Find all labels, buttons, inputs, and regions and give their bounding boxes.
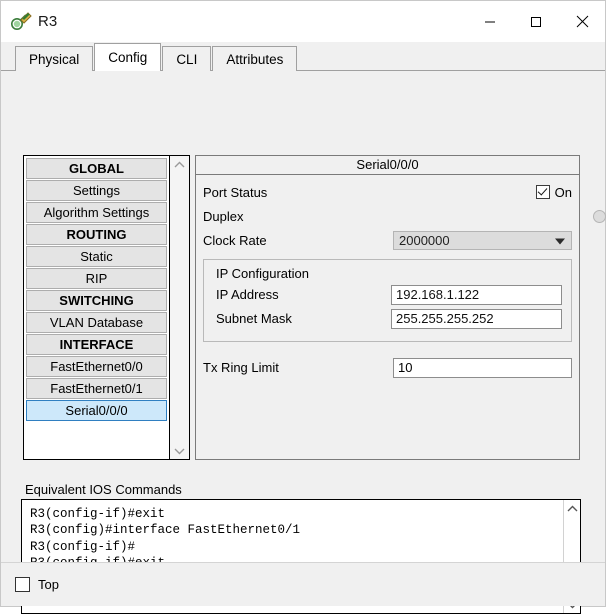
- tab-bar: Physical Config CLI Attributes: [1, 42, 605, 71]
- window-controls: [467, 1, 605, 42]
- router-magnifier-icon: [10, 11, 32, 33]
- panel-body: Port Status On Duplex Full Duplex Clock …: [196, 175, 606, 378]
- port-status-row: Port Status On: [203, 181, 572, 203]
- sidebar-item-vlan-database[interactable]: VLAN Database: [26, 312, 167, 333]
- chevron-down-icon: [555, 233, 565, 248]
- ios-commands-label: Equivalent IOS Commands: [25, 482, 182, 497]
- port-status-state-label: On: [554, 184, 572, 200]
- sidebar-item-settings[interactable]: Settings: [26, 180, 167, 201]
- subnet-mask-input[interactable]: 255.255.255.252: [391, 308, 562, 329]
- tx-ring-limit-label: Tx Ring Limit: [203, 360, 279, 375]
- sidebar-item-fastethernet0-1[interactable]: FastEthernet0/1: [26, 378, 167, 399]
- clock-rate-row: Clock Rate 2000000: [203, 229, 572, 251]
- tab-physical[interactable]: Physical: [15, 46, 94, 71]
- panel-title: Serial0/0/0: [196, 156, 579, 175]
- tab-cli[interactable]: CLI: [162, 46, 212, 71]
- top-checkbox[interactable]: [15, 577, 30, 592]
- title-bar: R3: [1, 1, 605, 42]
- tab-attributes[interactable]: Attributes: [212, 46, 298, 71]
- port-status-checkbox[interactable]: [535, 185, 550, 199]
- top-checkbox-label: Top: [38, 577, 59, 592]
- tx-ring-limit-input[interactable]: 10: [393, 357, 572, 378]
- subnet-mask-row: Subnet Mask 255.255.255.252: [213, 308, 562, 329]
- sidebar-header-switching: SWITCHING: [26, 290, 167, 311]
- maximize-button[interactable]: [513, 1, 559, 42]
- duplex-option: Full Duplex: [593, 201, 606, 231]
- sidebar-list: GLOBAL Settings Algorithm Settings ROUTI…: [24, 156, 169, 459]
- close-button[interactable]: [559, 1, 605, 42]
- tab-config[interactable]: Config: [94, 43, 162, 71]
- sidebar-item-algorithm-settings[interactable]: Algorithm Settings: [26, 202, 167, 223]
- port-status-label: Port Status: [203, 184, 268, 200]
- sidebar-item-fastethernet0-0[interactable]: FastEthernet0/0: [26, 356, 167, 377]
- sidebar-header-routing: ROUTING: [26, 224, 167, 245]
- clock-rate-dropdown[interactable]: 2000000: [393, 230, 572, 250]
- chevron-down-icon[interactable]: [171, 442, 189, 459]
- ip-configuration-group: IP Configuration IP Address 192.168.1.12…: [203, 259, 572, 342]
- clock-rate-value: 2000000: [399, 232, 450, 248]
- device-config-window: R3 Physical Config CLI Attributes GLOBAL…: [0, 0, 606, 614]
- sidebar-item-rip[interactable]: RIP: [26, 268, 167, 289]
- ip-configuration-title: IP Configuration: [216, 266, 309, 281]
- ip-address-input[interactable]: 192.168.1.122: [391, 284, 562, 305]
- sidebar-item-static[interactable]: Static: [26, 246, 167, 267]
- ip-address-row: IP Address 192.168.1.122: [213, 284, 562, 305]
- sidebar-scrollbar[interactable]: [169, 156, 189, 459]
- full-duplex-radio: [593, 209, 606, 223]
- bottom-bar: Top: [1, 562, 605, 606]
- window-title: R3: [38, 13, 58, 30]
- duplex-row: Duplex Full Duplex: [203, 205, 606, 227]
- ip-address-label: IP Address: [216, 287, 279, 302]
- sidebar-header-interface: INTERFACE: [26, 334, 167, 355]
- sidebar-item-serial0-0-0[interactable]: Serial0/0/0: [26, 400, 167, 421]
- tx-ring-limit-row: Tx Ring Limit 10: [203, 357, 572, 378]
- chevron-up-icon[interactable]: [563, 500, 580, 517]
- chevron-up-icon[interactable]: [171, 156, 189, 173]
- clock-rate-label: Clock Rate: [203, 232, 267, 248]
- subnet-mask-label: Subnet Mask: [216, 311, 292, 326]
- config-sidebar: GLOBAL Settings Algorithm Settings ROUTI…: [23, 155, 190, 460]
- minimize-button[interactable]: [467, 1, 513, 42]
- port-status-control[interactable]: On: [535, 184, 572, 200]
- sidebar-header-global: GLOBAL: [26, 158, 167, 179]
- interface-config-panel: Serial0/0/0 Port Status On Duplex Full D…: [195, 155, 606, 460]
- duplex-label: Duplex: [203, 208, 244, 224]
- config-content: GLOBAL Settings Algorithm Settings ROUTI…: [1, 71, 606, 614]
